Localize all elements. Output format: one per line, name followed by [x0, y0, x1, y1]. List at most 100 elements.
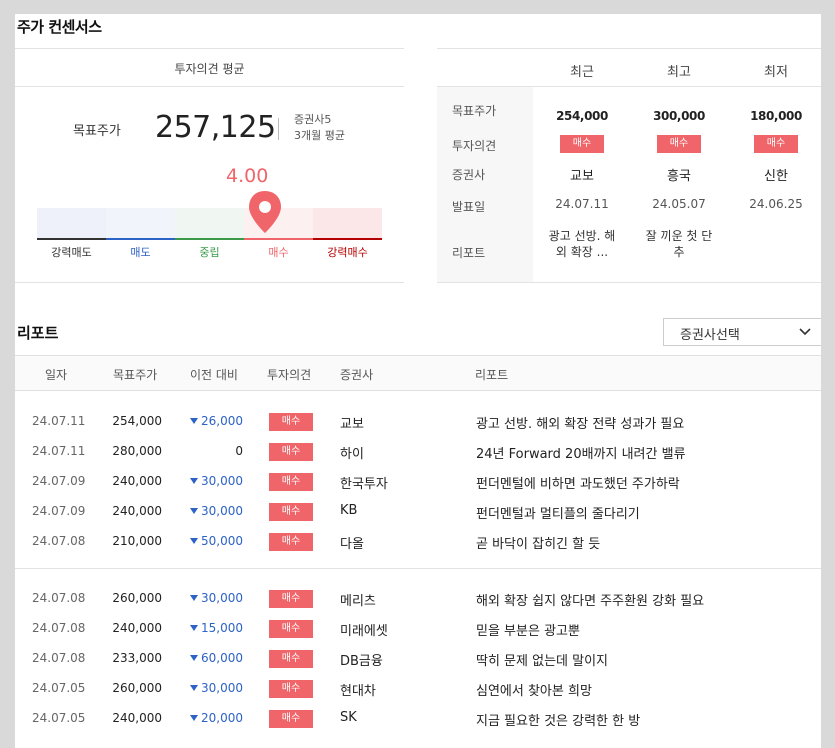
divider	[278, 118, 279, 140]
row-report-link[interactable]: 지금 필요한 것은 강력한 한 방	[476, 710, 640, 729]
row-broker: 미래에셋	[340, 624, 388, 639]
low-date: 24.06.25	[749, 197, 803, 211]
row-broker: 하이	[340, 447, 364, 462]
chevron-down-icon	[799, 328, 811, 336]
report-line: 추	[673, 245, 685, 259]
down-triangle-icon	[190, 655, 198, 661]
table-row[interactable]: 24.07.11 254,000 26,000 매수 교보 광고 선방. 해외 확장 전략…	[15, 407, 821, 437]
row-change-value: 0	[235, 444, 243, 458]
row-date: 24.07.09	[32, 474, 86, 488]
row-target-price: 280,000	[112, 444, 162, 458]
row-label-target: 목표주가	[452, 104, 497, 118]
recent-opinion-badge: 매수	[560, 135, 604, 153]
row-target-price: 260,000	[112, 591, 162, 605]
low-opinion-badge: 매수	[754, 135, 798, 153]
row-report-link[interactable]: 심연에서 찾아본 희망	[476, 680, 592, 699]
row-report-link[interactable]: 펀더멘털에 비하면 과도했던 주가하락	[476, 473, 680, 492]
table-row[interactable]: 24.07.08 240,000 15,000 매수 미래에셋 믿을 부분은 광고뿐	[15, 614, 821, 644]
row-report-link[interactable]: 믿을 부분은 광고뿐	[476, 620, 580, 639]
table-row[interactable]: 24.07.09 240,000 30,000 매수 한국투자 펀더멘털에 비하면 과도했…	[15, 467, 821, 497]
target-price-value: 257,125	[155, 110, 276, 145]
row-change: 30,000	[179, 474, 243, 488]
row-change: 26,000	[179, 414, 243, 428]
th-report: 리포트	[475, 368, 509, 382]
th-date: 일자	[45, 368, 68, 382]
broker-select[interactable]: 증권사선택	[663, 318, 821, 346]
scale-label: 매수	[268, 246, 289, 259]
location-pin-icon	[249, 191, 281, 233]
row-target-price: 254,000	[112, 414, 162, 428]
row-target-price: 233,000	[112, 651, 162, 665]
down-triangle-icon	[190, 418, 198, 424]
report-line: 외 확장 ...	[555, 245, 609, 259]
row-label-opinion: 투자의견	[452, 139, 497, 153]
down-triangle-icon	[190, 478, 198, 484]
table-row[interactable]: 24.07.11 280,000 0 매수 하이 24년 Forward 20배까지 내려…	[15, 437, 821, 467]
row-report-link[interactable]: 해외 확장 쉽지 않다면 주주환원 강화 필요	[476, 590, 704, 609]
broker-select-label: 증권사선택	[680, 328, 740, 343]
broker-count: 증권사5	[294, 113, 332, 126]
row-report-link[interactable]: 펀더멘털과 멀티플의 줄다리기	[476, 503, 640, 522]
row-broker: KB	[340, 503, 358, 518]
scale-segment	[313, 208, 382, 240]
scale-segment	[106, 208, 175, 240]
row-broker: 현대차	[340, 684, 376, 699]
row-broker: 교보	[340, 417, 364, 432]
row-change-value: 30,000	[201, 474, 243, 488]
high-opinion-badge: 매수	[657, 135, 701, 153]
row-change-value: 50,000	[201, 534, 243, 548]
row-date: 24.07.08	[32, 651, 86, 665]
divider	[437, 48, 821, 49]
recent-report-link[interactable]: 광고 선방. 해 외 확장 ...	[537, 228, 627, 260]
row-change-value: 30,000	[201, 504, 243, 518]
row-change: 50,000	[179, 534, 243, 548]
divider	[15, 48, 404, 49]
high-report-link[interactable]: 잘 끼운 첫 단 추	[634, 228, 724, 260]
row-change-value: 30,000	[201, 681, 243, 695]
row-date: 24.07.08	[32, 591, 86, 605]
down-triangle-icon	[190, 685, 198, 691]
row-broker: 한국투자	[340, 477, 388, 492]
row-report-link[interactable]: 딱히 문제 없는데 말이지	[476, 650, 608, 669]
table-row[interactable]: 24.07.09 240,000 30,000 매수 KB 펀더멘털과 멀티플의 줄다리기	[15, 497, 821, 527]
row-opinion-badge: 매수	[269, 533, 313, 551]
table-row[interactable]: 24.07.08 210,000 50,000 매수 다올 곧 바닥이 잡히긴 할 듯	[15, 527, 821, 557]
row-date: 24.07.05	[32, 711, 86, 725]
opinion-score: 4.00	[226, 165, 269, 187]
high-date: 24.05.07	[652, 197, 706, 211]
report-line: 잘 끼운 첫 단	[645, 229, 713, 243]
row-broker: 메리츠	[340, 594, 376, 609]
col-header-recent: 최근	[570, 65, 594, 80]
table-row[interactable]: 24.07.05 240,000 20,000 매수 SK 지금 필요한 것은 강력한 한…	[15, 704, 821, 734]
table-row[interactable]: 24.07.05 260,000 30,000 매수 현대차 심연에서 찾아본 희망	[15, 674, 821, 704]
th-opinion: 투자의견	[267, 368, 312, 382]
divider	[15, 86, 404, 87]
recent-broker: 교보	[570, 169, 594, 184]
scale-label: 강력매수	[327, 246, 368, 259]
row-report-link[interactable]: 곧 바닥이 잡히긴 할 듯	[476, 533, 600, 552]
row-opinion-badge: 매수	[269, 473, 313, 491]
consensus-panel: 주가 컨센서스 투자의견 평균 목표주가 257,125 증권사5 3개월 평균…	[15, 14, 821, 748]
row-label-date: 발표일	[452, 200, 486, 214]
down-triangle-icon	[190, 715, 198, 721]
divider	[437, 86, 821, 87]
row-change: 30,000	[179, 504, 243, 518]
broker-summary: 증권사5 3개월 평균	[294, 112, 345, 144]
row-report-link[interactable]: 24년 Forward 20배까지 내려간 밸류	[476, 443, 686, 462]
row-opinion-badge: 매수	[269, 650, 313, 668]
row-label-broker: 증권사	[452, 168, 486, 182]
divider	[15, 568, 821, 569]
table-row[interactable]: 24.07.08 233,000 60,000 매수 DB금융 딱히 문제 없는데 말이지	[15, 644, 821, 674]
recent-price: 254,000	[556, 109, 608, 123]
row-target-price: 240,000	[112, 504, 162, 518]
reports-table-header: 일자 목표주가 이전 대비 투자의견 증권사 리포트	[15, 355, 821, 391]
row-target-price: 260,000	[112, 681, 162, 695]
target-price-label: 목표주가	[73, 124, 121, 139]
low-broker: 신한	[764, 169, 788, 184]
row-report-link[interactable]: 광고 선방. 해외 확장 전략 성과가 필요	[476, 413, 684, 432]
th-target-price: 목표주가	[113, 368, 158, 382]
row-label-report: 리포트	[452, 246, 486, 260]
th-change: 이전 대비	[190, 368, 238, 382]
table-row[interactable]: 24.07.08 260,000 30,000 매수 메리츠 해외 확장 쉽지 않다면 주…	[15, 584, 821, 614]
recent-date: 24.07.11	[555, 197, 609, 211]
